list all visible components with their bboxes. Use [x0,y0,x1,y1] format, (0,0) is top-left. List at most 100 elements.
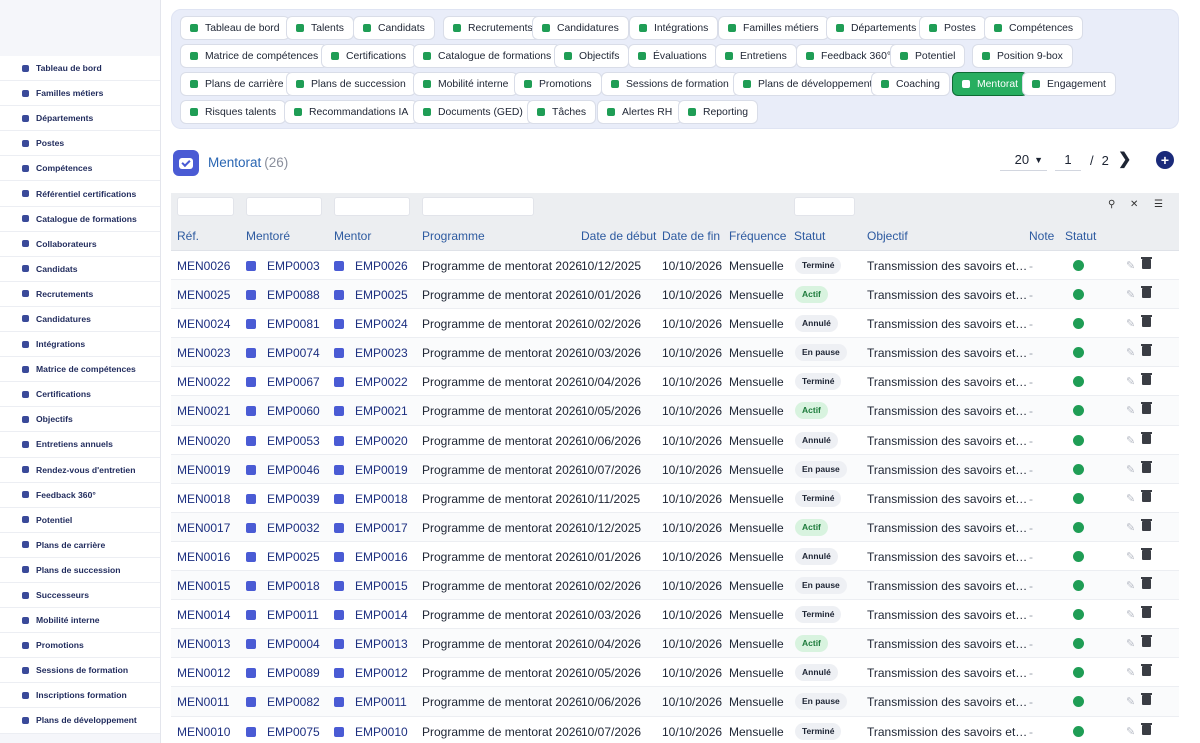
cell-mentor[interactable]: EMP0024 [334,317,408,331]
edit-icon[interactable]: ✎ [1126,550,1135,563]
col-statut-header[interactable]: Statut [794,229,825,243]
cell-mentore[interactable]: EMP0032 [246,521,320,535]
delete-icon[interactable] [1141,547,1152,560]
table-row[interactable]: MEN0014 EMP0011 EMP0014 Programme de mentor… [171,600,1179,630]
cell-ref[interactable]: MEN0026 [177,259,230,273]
module-chip-certifications[interactable]: Certifications [321,44,417,68]
col-frequence-header[interactable]: Fréquence [729,229,786,243]
cell-mentor[interactable]: EMP0014 [334,608,408,622]
module-chip-plans-de-succession[interactable]: Plans de succession [286,72,416,96]
sidebar-item-plans-de-succession[interactable]: Plans de succession [0,558,160,583]
cell-mentore[interactable]: EMP0053 [246,434,320,448]
clear-filter-icon[interactable]: ✕ [1130,199,1142,211]
cell-mentor[interactable]: EMP0010 [334,725,408,739]
col-note-header[interactable]: Note [1029,229,1054,243]
sidebar-item-potentiel[interactable]: Potentiel [0,508,160,533]
module-chip-reporting[interactable]: Reporting [678,100,759,124]
cell-mentore[interactable]: EMP0082 [246,695,320,709]
sidebar-item-r-f-rentiel-certifications[interactable]: Référentiel certifications [0,181,160,207]
delete-icon[interactable] [1141,577,1152,590]
sidebar-item-objectifs[interactable]: Objectifs [0,407,160,433]
add-record-button[interactable]: + [1156,151,1174,169]
delete-icon[interactable] [1141,460,1152,473]
sidebar-item-entretiens-annuels[interactable]: Entretiens annuels [0,432,160,458]
col-date-debut-header[interactable]: Date de début [581,229,656,243]
edit-icon[interactable]: ✎ [1126,492,1135,505]
module-chip-coaching[interactable]: Coaching [871,72,950,96]
cell-ref[interactable]: MEN0010 [177,725,230,739]
edit-icon[interactable]: ✎ [1126,434,1135,447]
cell-ref[interactable]: MEN0017 [177,521,230,535]
edit-icon[interactable]: ✎ [1126,259,1135,272]
module-chip-sessions-de-formation[interactable]: Sessions de formation [601,72,739,96]
delete-icon[interactable] [1141,315,1152,328]
search-icon[interactable]: ⚲ [1108,199,1120,211]
delete-icon[interactable] [1141,489,1152,502]
cell-mentor[interactable]: EMP0026 [334,259,408,273]
cell-mentore[interactable]: EMP0018 [246,579,320,593]
cell-ref[interactable]: MEN0014 [177,608,230,622]
sidebar-item-candidatures[interactable]: Candidatures [0,307,160,333]
delete-icon[interactable] [1141,373,1152,386]
module-chip-objectifs[interactable]: Objectifs [554,44,630,68]
cell-ref[interactable]: MEN0022 [177,375,230,389]
sidebar-item-tableau-de-bord[interactable]: Tableau de bord [0,56,160,82]
cell-ref[interactable]: MEN0012 [177,666,230,680]
sidebar-item-promotions[interactable]: Promotions [0,633,160,659]
cell-mentore[interactable]: EMP0046 [246,463,320,477]
module-chip-candidatures[interactable]: Candidatures [532,16,629,40]
table-row[interactable]: MEN0011 EMP0082 EMP0011 Programme de mentor… [171,687,1179,717]
col-date-fin-header[interactable]: Date de fin [662,229,720,243]
cell-mentor[interactable]: EMP0011 [334,695,407,709]
sidebar-item-catalogue-de-formations[interactable]: Catalogue de formations [0,207,160,232]
cell-mentore[interactable]: EMP0060 [246,404,320,418]
col-mentor-header[interactable]: Mentor [334,229,371,243]
sidebar-item-matrice-de-comp-tences[interactable]: Matrice de compétences [0,357,160,383]
module-chip-talents[interactable]: Talents [286,16,354,40]
cell-mentor[interactable]: EMP0020 [334,434,408,448]
cell-mentore[interactable]: EMP0089 [246,666,320,680]
sidebar-item-candidats[interactable]: Candidats [0,257,160,282]
module-chip-comp-tences[interactable]: Compétences [984,16,1084,40]
cell-mentore[interactable]: EMP0074 [246,346,320,360]
sidebar-item-d-partements[interactable]: Départements [0,106,160,132]
module-chip-recommandations-ia[interactable]: Recommandations IA [284,100,419,124]
module-chip-documents-ged-[interactable]: Documents (GED) [413,100,533,124]
cell-mentor[interactable]: EMP0016 [334,550,408,564]
cell-ref[interactable]: MEN0018 [177,492,230,506]
table-row[interactable]: MEN0016 EMP0025 EMP0016 Programme de mentor… [171,542,1179,572]
cell-mentore[interactable]: EMP0067 [246,375,320,389]
table-row[interactable]: MEN0026 EMP0003 EMP0026 Programme de mentor… [171,251,1179,281]
edit-icon[interactable]: ✎ [1126,346,1135,359]
filter-mentor-input[interactable] [334,197,410,216]
cell-mentor[interactable]: EMP0018 [334,492,408,506]
edit-icon[interactable]: ✎ [1126,725,1135,738]
delete-icon[interactable] [1141,402,1152,415]
module-chip-mentorat[interactable]: Mentorat [952,72,1029,96]
cell-mentor[interactable]: EMP0023 [334,346,408,360]
sidebar-item-recrutements[interactable]: Recrutements [0,282,160,307]
module-chip-mobilit-interne[interactable]: Mobilité interne [413,72,519,96]
sidebar-item-plans-de-d-veloppement[interactable]: Plans de développement [0,708,160,734]
sidebar-item-sessions-de-formation[interactable]: Sessions de formation [0,658,160,684]
module-chip-d-partements[interactable]: Départements [826,16,927,40]
per-page-select[interactable]: 20 ▼ [1000,149,1047,171]
module-chip--valuations[interactable]: Évaluations [628,44,717,68]
edit-icon[interactable]: ✎ [1126,695,1135,708]
delete-icon[interactable] [1141,518,1152,531]
module-chip-familles-m-tiers[interactable]: Familles métiers [718,16,829,40]
table-row[interactable]: MEN0010 EMP0075 EMP0010 Programme de mentor… [171,717,1179,743]
cell-mentore[interactable]: EMP0075 [246,725,320,739]
module-chip-entretiens[interactable]: Entretiens [715,44,797,68]
table-row[interactable]: MEN0017 EMP0032 EMP0017 Programme de mentor… [171,512,1179,542]
cell-mentore[interactable]: EMP0004 [246,637,320,651]
cell-ref[interactable]: MEN0025 [177,288,230,302]
next-page-icon[interactable]: ❯ [1118,149,1131,169]
module-chip-position-9-box[interactable]: Position 9-box [972,44,1073,68]
module-chip-postes[interactable]: Postes [919,16,986,40]
module-chip-matrice-de-comp-tences[interactable]: Matrice de compétences [180,44,329,68]
sidebar-item-collaborateurs[interactable]: Collaborateurs [0,232,160,257]
cell-mentor[interactable]: EMP0025 [334,288,408,302]
delete-icon[interactable] [1141,722,1152,735]
module-chip-catalogue-de-formations[interactable]: Catalogue de formations [413,44,562,68]
